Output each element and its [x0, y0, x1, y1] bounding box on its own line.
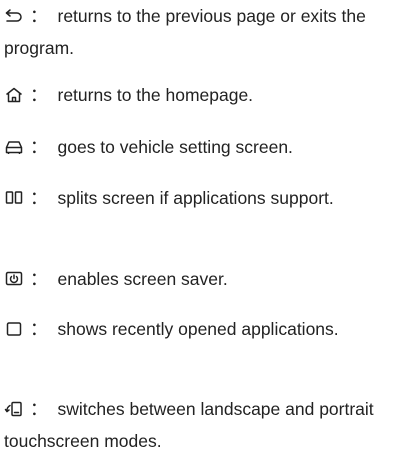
legend-colon: ： [30, 269, 48, 289]
legend-description: splits screen if applications support. [57, 188, 334, 208]
legend-item-split-screen: ： splits screen if applications support. [4, 182, 390, 214]
legend-description: shows recently opened applications. [57, 319, 339, 339]
legend-description: returns to the previous page or exits th… [4, 6, 366, 58]
recent-apps-icon [4, 320, 24, 338]
legend-colon: ： [30, 399, 48, 419]
legend-description: returns to the homepage. [57, 85, 254, 105]
split-screen-icon [4, 189, 24, 207]
legend-item-back: ： returns to the previous page or exits t… [4, 0, 390, 64]
screen-saver-icon [4, 270, 24, 288]
home-icon [4, 86, 24, 104]
vehicle-icon [4, 138, 24, 156]
legend-description: enables screen saver. [57, 269, 228, 289]
legend-description: switches between landscape and portrait … [4, 399, 374, 451]
legend-colon: ： [30, 6, 48, 26]
legend-item-screen-saver: ： enables screen saver. [4, 263, 390, 295]
legend-item-vehicle: ： goes to vehicle setting screen. [4, 131, 390, 163]
legend-item-rotate-screen: ： switches between landscape and portrait… [4, 393, 390, 457]
legend-colon: ： [30, 137, 48, 157]
legend-description: goes to vehicle setting screen. [57, 137, 293, 157]
rotate-screen-icon [4, 400, 24, 418]
legend-colon: ： [30, 188, 48, 208]
back-arrow-icon [4, 7, 24, 25]
legend-colon: ： [30, 319, 48, 339]
legend-item-home: ： returns to the homepage. [4, 79, 390, 111]
legend-item-recent-apps: ： shows recently opened applications. [4, 313, 390, 345]
legend-colon: ： [30, 85, 48, 105]
